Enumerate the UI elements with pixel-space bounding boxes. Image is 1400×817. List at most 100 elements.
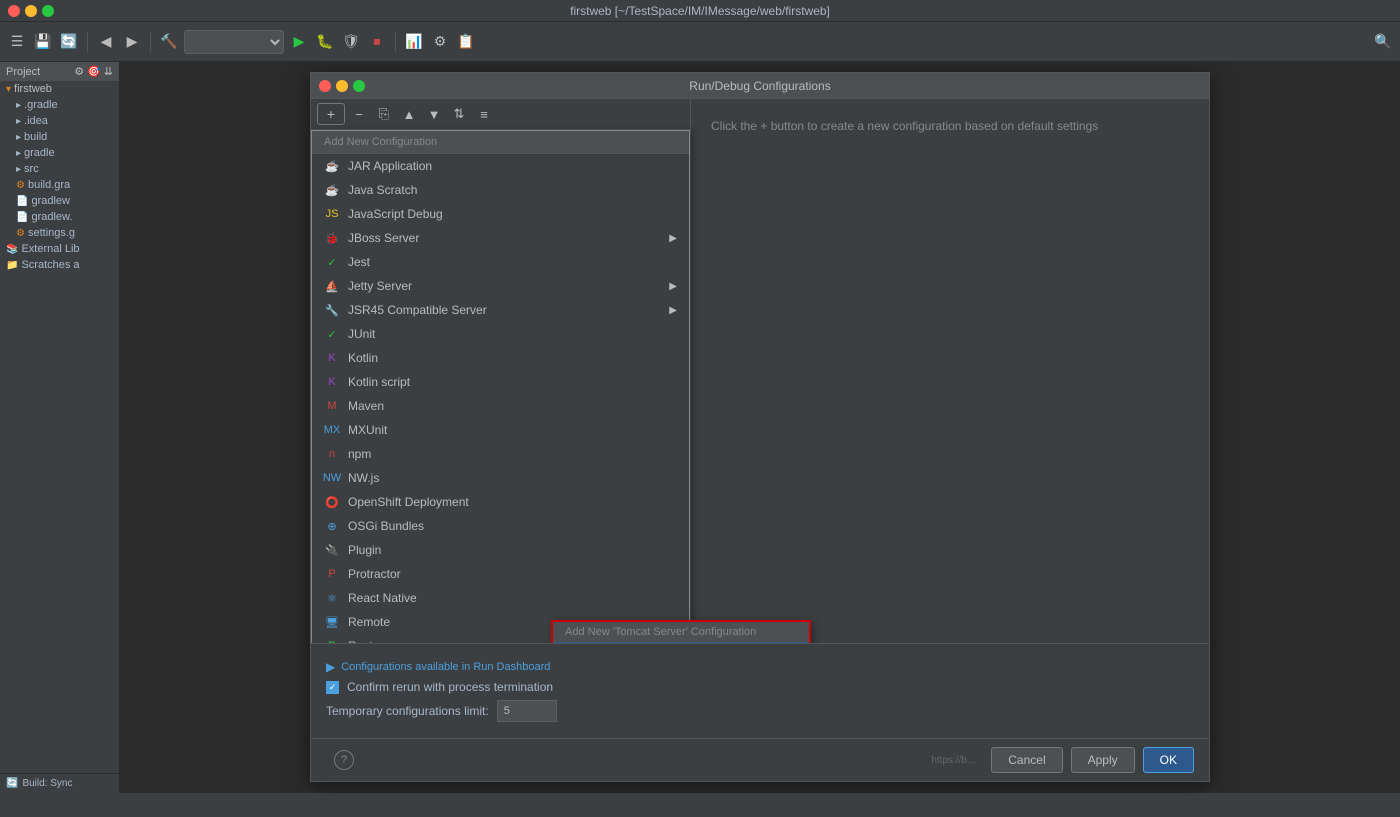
cancel-button[interactable]: Cancel <box>991 747 1062 773</box>
folder-icon: ▸ <box>16 164 21 175</box>
menu-icon[interactable]: ☰ <box>6 31 28 53</box>
close-button[interactable] <box>8 5 20 17</box>
tree-label: External Lib <box>21 243 79 255</box>
menu-item-java-scratch[interactable]: ☕ Java Scratch <box>312 178 689 202</box>
tree-item-build-gradle[interactable]: ⚙ build.gra <box>0 177 119 193</box>
menu-item-kotlin[interactable]: K Kotlin <box>312 346 689 370</box>
move-up-button[interactable]: ▲ <box>398 104 420 124</box>
menu-item-js-debug[interactable]: JS JavaScript Debug <box>312 202 689 226</box>
move-down-button[interactable]: ▼ <box>423 104 445 124</box>
help-button[interactable]: ? <box>334 750 354 770</box>
minimize-button[interactable] <box>25 5 37 17</box>
menu-item-jar[interactable]: ☕ JAR Application <box>312 154 689 178</box>
build-sync-tab[interactable]: 🔄 Build: Sync <box>0 773 119 793</box>
settings-icon[interactable]: ⚙ <box>429 31 451 53</box>
tree-item-external-lib[interactable]: 📚 External Lib <box>0 241 119 257</box>
mx-icon: MX <box>324 422 340 438</box>
configs-row: ▶ Configurations available in Run Dashbo… <box>326 654 1194 680</box>
tree-item-gradle[interactable]: ▸ gradle <box>0 145 119 161</box>
tree-item-build[interactable]: ▸ build <box>0 129 119 145</box>
tree-item-idea[interactable]: ▸ .idea <box>0 113 119 129</box>
menu-item-junit[interactable]: ✓ JUnit <box>312 322 689 346</box>
menu-item-label: Remote <box>348 615 390 629</box>
menu-item-label: Java Scratch <box>348 183 417 197</box>
confirm-rerun-label: Confirm rerun with process termination <box>347 680 553 694</box>
search-everywhere-icon[interactable]: 🔍 <box>1372 31 1394 53</box>
save-icon[interactable]: 💾 <box>32 31 54 53</box>
terminal-icon[interactable]: 📋 <box>455 31 477 53</box>
add-config-button[interactable]: + <box>317 103 345 125</box>
jar-icon: ☕ <box>324 158 340 174</box>
modal-min-btn[interactable] <box>336 80 348 92</box>
sync-icon[interactable]: 🔄 <box>58 31 80 53</box>
temp-configs-row: Temporary configurations limit: <box>326 700 1194 722</box>
separator-2 <box>150 32 151 52</box>
menu-item-jsr45[interactable]: 🔧 JSR45 Compatible Server ▶ <box>312 298 689 322</box>
stop-icon[interactable]: ⏹ <box>366 31 388 53</box>
modal-close-btn[interactable] <box>319 80 331 92</box>
menu-item-jest[interactable]: ✓ Jest <box>312 250 689 274</box>
tree-item-firstweb[interactable]: ▾ firstweb <box>0 81 119 97</box>
tree-item-scratches[interactable]: 📁 Scratches a <box>0 257 119 273</box>
plugin-icon: 🔌 <box>324 542 340 558</box>
tree-item-settings[interactable]: ⚙ settings.g <box>0 225 119 241</box>
remove-config-button[interactable]: − <box>348 104 370 124</box>
collapse-all-icon[interactable]: ⇊ <box>104 65 113 78</box>
menu-item-plugin[interactable]: 🔌 Plugin <box>312 538 689 562</box>
menu-item-jetty[interactable]: ⛵ Jetty Server ▶ <box>312 274 689 298</box>
forward-icon[interactable]: ▶ <box>121 31 143 53</box>
copy-config-button[interactable]: ⎘ <box>373 104 395 124</box>
scroll-from-source-icon[interactable]: 🎯 <box>87 65 101 78</box>
configs-available-label: Configurations available in Run Dashboar… <box>341 661 550 673</box>
modal-container: Run/Debug Configurations + − ⎘ ▲ ▼ ⇅ <box>120 62 1400 793</box>
maximize-button[interactable] <box>42 5 54 17</box>
tomcat-submenu-container: Add New 'Tomcat Server' Configuration 🖥 … <box>551 620 811 643</box>
coverage-icon[interactable]: 🛡 <box>340 31 362 53</box>
modal-max-btn[interactable] <box>353 80 365 92</box>
temp-configs-label: Temporary configurations limit: <box>326 704 489 718</box>
filter-button[interactable]: ≡ <box>473 104 495 124</box>
configs-link[interactable]: ▶ <box>326 660 335 674</box>
folder-icon: 📁 <box>6 260 18 271</box>
tree-item-gradlew-bat[interactable]: 📄 gradlew. <box>0 209 119 225</box>
run-debug-modal: Run/Debug Configurations + − ⎘ ▲ ▼ ⇅ <box>310 72 1210 782</box>
jsr45-icon: 🔧 <box>324 302 340 318</box>
tree-item-gradlew[interactable]: 📄 gradlew <box>0 193 119 209</box>
ok-button[interactable]: OK <box>1143 747 1194 773</box>
run-config-select[interactable] <box>184 30 284 54</box>
footer-left: ? https://b... <box>326 750 983 770</box>
apply-button[interactable]: Apply <box>1071 747 1135 773</box>
confirm-rerun-checkbox[interactable]: ✓ <box>326 681 339 694</box>
menu-item-jboss[interactable]: 🐞 JBoss Server ▶ <box>312 226 689 250</box>
menu-item-nwjs[interactable]: NW NW.js <box>312 466 689 490</box>
menu-item-protractor[interactable]: P Protractor <box>312 562 689 586</box>
tree-item-src[interactable]: ▸ src <box>0 161 119 177</box>
menu-item-maven[interactable]: M Maven <box>312 394 689 418</box>
build-icon[interactable]: 🔨 <box>158 31 180 53</box>
menu-item-npm[interactable]: n npm <box>312 442 689 466</box>
tree-item-gradle-dir[interactable]: ▸ .gradle <box>0 97 119 113</box>
menu-item-osgi[interactable]: ⊕ OSGi Bundles <box>312 514 689 538</box>
modal-traffic-lights <box>319 80 365 92</box>
menu-item-kotlin-script[interactable]: K Kotlin script <box>312 370 689 394</box>
back-icon[interactable]: ◀ <box>95 31 117 53</box>
menu-item-react-native[interactable]: ⚛ React Native <box>312 586 689 610</box>
run-icon[interactable]: ▶ <box>288 31 310 53</box>
menu-item-mxunit[interactable]: MX MXUnit <box>312 418 689 442</box>
menu-item-openshift[interactable]: ⭕ OpenShift Deployment <box>312 490 689 514</box>
tomcat-local-item[interactable]: 🖥 Local <box>553 642 809 643</box>
folder-icon: ▸ <box>16 116 21 127</box>
file-icon: ⚙ <box>16 180 25 191</box>
arrow-icon: ▶ <box>669 281 677 292</box>
main-toolbar: ☰ 💾 🔄 ◀ ▶ 🔨 ▶ 🐛 🛡 ⏹ 📊 ⚙ 📋 🔍 <box>0 22 1400 62</box>
sort-button[interactable]: ⇅ <box>448 104 470 124</box>
java-icon: ☕ <box>324 182 340 198</box>
traffic-lights <box>8 5 54 17</box>
menu-item-label: JUnit <box>348 327 375 341</box>
tomcat-submenu: Add New 'Tomcat Server' Configuration 🖥 … <box>551 620 811 643</box>
remote-icon: 🖥 <box>324 614 340 630</box>
vcs-icon[interactable]: 📊 <box>403 31 425 53</box>
gear-icon[interactable]: ⚙ <box>74 65 84 78</box>
debug-icon[interactable]: 🐛 <box>314 31 336 53</box>
temp-configs-input[interactable] <box>497 700 557 722</box>
